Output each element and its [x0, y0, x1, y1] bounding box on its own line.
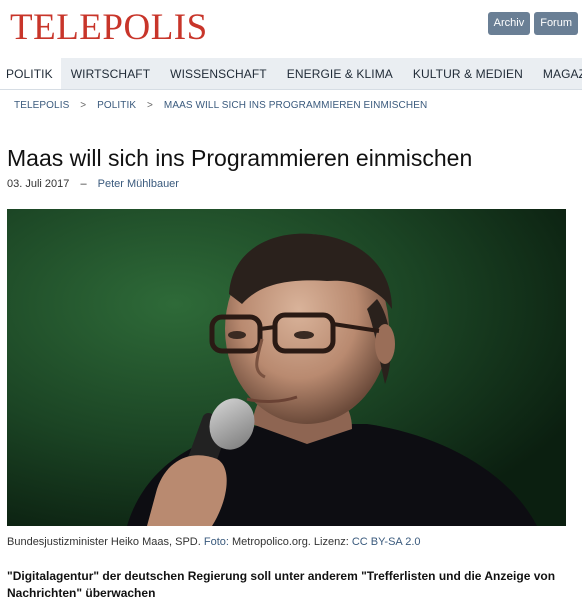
meta-dash: – — [80, 178, 87, 190]
caption-license-link[interactable]: CC BY-SA 2.0 — [352, 536, 421, 548]
main-nav: POLITIK WIRTSCHAFT WISSENSCHAFT ENERGIE … — [0, 58, 582, 90]
article-author[interactable]: Peter Mühlbauer — [98, 178, 179, 190]
breadcrumb: TELEPOLIS > POLITIK > MAAS WILL SICH INS… — [0, 90, 582, 124]
caption-text: Bundesjustizminister Heiko Maas, SPD. — [7, 536, 204, 548]
nav-item-energie-klima[interactable]: ENERGIE & KLIMA — [277, 58, 403, 89]
article-teaser: "Digitalagentur" der deutschen Regierung… — [7, 569, 556, 600]
article-date: 03. Juli 2017 — [7, 178, 70, 190]
article-meta: 03. Juli 2017 – Peter Mühlbauer — [7, 178, 582, 192]
forum-button[interactable]: Forum — [534, 12, 578, 35]
nav-item-politik[interactable]: POLITIK — [0, 58, 61, 89]
breadcrumb-telepolis[interactable]: TELEPOLIS — [14, 100, 69, 111]
portrait-image — [7, 209, 566, 526]
breadcrumb-separator: > — [80, 100, 87, 111]
caption-source: Metropolico.org. Lizenz: — [228, 536, 352, 548]
archiv-button[interactable]: Archiv — [487, 12, 531, 35]
article-title: Maas will sich ins Programmieren einmisc… — [7, 145, 473, 171]
breadcrumb-current: MAAS WILL SICH INS PROGRAMMIEREN EINMISC… — [163, 100, 428, 111]
telepolis-logo[interactable]: TELEPOLIS — [10, 7, 208, 49]
nav-item-kultur-medien[interactable]: KULTUR & MEDIEN — [403, 58, 533, 89]
nav-item-wissenschaft[interactable]: WISSENSCHAFT — [160, 58, 277, 89]
photo-caption: Bundesjustizminister Heiko Maas, SPD. Fo… — [7, 536, 421, 548]
top-links: Archiv Forum — [487, 12, 578, 35]
nav-item-wirtschaft[interactable]: WIRTSCHAFT — [61, 58, 160, 89]
breadcrumb-politik[interactable]: POLITIK — [97, 100, 136, 111]
article-photo — [7, 209, 566, 526]
breadcrumb-separator: > — [147, 100, 153, 111]
nav-item-magazin[interactable]: MAGAZIN — [533, 58, 582, 89]
caption-foto-link[interactable]: Foto: — [204, 536, 229, 548]
site-header: TELEPOLIS Archiv Forum — [0, 0, 582, 58]
